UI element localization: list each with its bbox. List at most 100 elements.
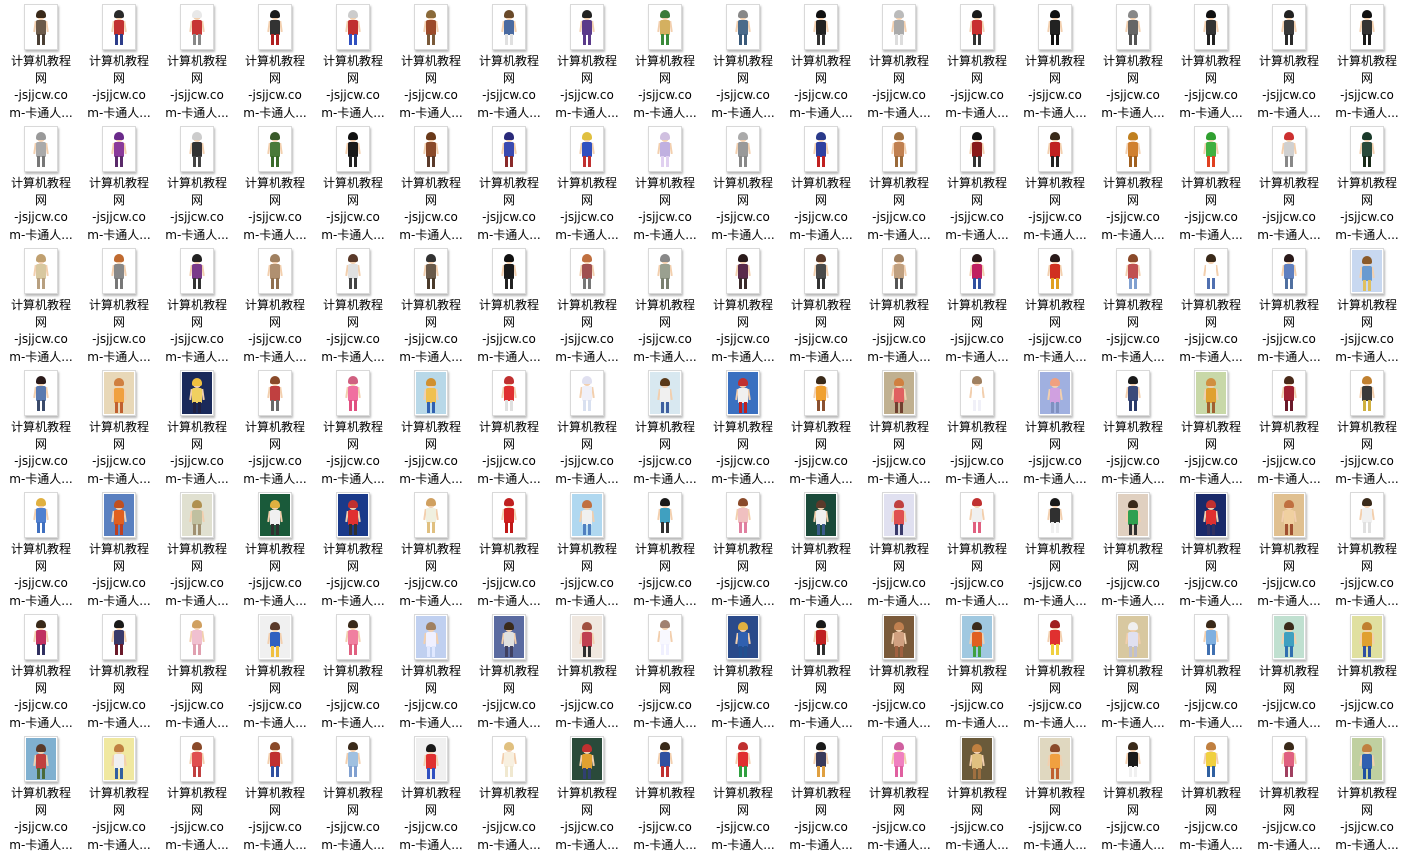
file-item[interactable]: 计算机教程 网 -jsjjcw.co m-卡通人...	[158, 610, 236, 732]
file-item[interactable]: 计算机教程 网 -jsjjcw.co m-卡通人...	[1172, 488, 1250, 610]
file-item[interactable]: 计算机教程 网 -jsjjcw.co m-卡通人...	[1328, 0, 1406, 122]
file-item[interactable]: 计算机教程 网 -jsjjcw.co m-卡通人...	[860, 0, 938, 122]
file-item[interactable]: 计算机教程 网 -jsjjcw.co m-卡通人...	[1250, 244, 1328, 366]
file-item[interactable]: 计算机教程 网 -jsjjcw.co m-卡通人...	[1016, 366, 1094, 488]
file-item[interactable]: 计算机教程 网 -jsjjcw.co m-卡通人...	[626, 610, 704, 732]
file-item[interactable]: 计算机教程 网 -jsjjcw.co m-卡通人...	[704, 366, 782, 488]
file-item[interactable]: 计算机教程 网 -jsjjcw.co m-卡通人...	[782, 122, 860, 244]
file-item[interactable]: 计算机教程 网 -jsjjcw.co m-卡通人...	[2, 122, 80, 244]
file-item[interactable]: 计算机教程 网 -jsjjcw.co m-卡通人...	[548, 732, 626, 854]
file-item[interactable]: 计算机教程 网 -jsjjcw.co m-卡通人...	[1250, 732, 1328, 854]
file-item[interactable]: 计算机教程 网 -jsjjcw.co m-卡通人...	[470, 366, 548, 488]
file-item[interactable]: 计算机教程 网 -jsjjcw.co m-卡通人...	[938, 122, 1016, 244]
file-item[interactable]: 计算机教程 网 -jsjjcw.co m-卡通人...	[1250, 610, 1328, 732]
file-item[interactable]: 计算机教程 网 -jsjjcw.co m-卡通人...	[1094, 366, 1172, 488]
file-item[interactable]: 计算机教程 网 -jsjjcw.co m-卡通人...	[1172, 122, 1250, 244]
file-item[interactable]: 计算机教程 网 -jsjjcw.co m-卡通人...	[80, 244, 158, 366]
file-item[interactable]: 计算机教程 网 -jsjjcw.co m-卡通人...	[236, 732, 314, 854]
file-item[interactable]: 计算机教程 网 -jsjjcw.co m-卡通人...	[314, 488, 392, 610]
file-item[interactable]: 计算机教程 网 -jsjjcw.co m-卡通人...	[782, 610, 860, 732]
file-item[interactable]: 计算机教程 网 -jsjjcw.co m-卡通人...	[704, 488, 782, 610]
file-item[interactable]: 计算机教程 网 -jsjjcw.co m-卡通人...	[236, 488, 314, 610]
file-item[interactable]: 计算机教程 网 -jsjjcw.co m-卡通人...	[470, 244, 548, 366]
file-item[interactable]: 计算机教程 网 -jsjjcw.co m-卡通人...	[860, 610, 938, 732]
file-item[interactable]: 计算机教程 网 -jsjjcw.co m-卡通人...	[392, 366, 470, 488]
file-item[interactable]: 计算机教程 网 -jsjjcw.co m-卡通人...	[1016, 610, 1094, 732]
file-item[interactable]: 计算机教程 网 -jsjjcw.co m-卡通人...	[1172, 366, 1250, 488]
file-item[interactable]: 计算机教程 网 -jsjjcw.co m-卡通人...	[236, 366, 314, 488]
file-item[interactable]: 计算机教程 网 -jsjjcw.co m-卡通人...	[1328, 732, 1406, 854]
file-item[interactable]: 计算机教程 网 -jsjjcw.co m-卡通人...	[1172, 610, 1250, 732]
file-item[interactable]: 计算机教程 网 -jsjjcw.co m-卡通人...	[548, 244, 626, 366]
file-item[interactable]: 计算机教程 网 -jsjjcw.co m-卡通人...	[938, 0, 1016, 122]
file-item[interactable]: 计算机教程 网 -jsjjcw.co m-卡通人...	[2, 610, 80, 732]
file-item[interactable]: 计算机教程 网 -jsjjcw.co m-卡通人...	[704, 732, 782, 854]
file-item[interactable]: 计算机教程 网 -jsjjcw.co m-卡通人...	[470, 122, 548, 244]
file-item[interactable]: 计算机教程 网 -jsjjcw.co m-卡通人...	[938, 366, 1016, 488]
file-item[interactable]: 计算机教程 网 -jsjjcw.co m-卡通人...	[2, 0, 80, 122]
file-item[interactable]: 计算机教程 网 -jsjjcw.co m-卡通人...	[1328, 610, 1406, 732]
file-item[interactable]: 计算机教程 网 -jsjjcw.co m-卡通人...	[158, 0, 236, 122]
file-item[interactable]: 计算机教程 网 -jsjjcw.co m-卡通人...	[2, 244, 80, 366]
file-item[interactable]: 计算机教程 网 -jsjjcw.co m-卡通人...	[158, 366, 236, 488]
file-item[interactable]: 计算机教程 网 -jsjjcw.co m-卡通人...	[2, 732, 80, 854]
file-item[interactable]: 计算机教程 网 -jsjjcw.co m-卡通人...	[1328, 488, 1406, 610]
file-item[interactable]: 计算机教程 网 -jsjjcw.co m-卡通人...	[548, 610, 626, 732]
file-item[interactable]: 计算机教程 网 -jsjjcw.co m-卡通人...	[470, 488, 548, 610]
file-item[interactable]: 计算机教程 网 -jsjjcw.co m-卡通人...	[1172, 732, 1250, 854]
file-item[interactable]: 计算机教程 网 -jsjjcw.co m-卡通人...	[236, 122, 314, 244]
file-item[interactable]: 计算机教程 网 -jsjjcw.co m-卡通人...	[158, 244, 236, 366]
file-item[interactable]: 计算机教程 网 -jsjjcw.co m-卡通人...	[80, 488, 158, 610]
file-item[interactable]: 计算机教程 网 -jsjjcw.co m-卡通人...	[470, 0, 548, 122]
file-item[interactable]: 计算机教程 网 -jsjjcw.co m-卡通人...	[392, 732, 470, 854]
file-item[interactable]: 计算机教程 网 -jsjjcw.co m-卡通人...	[1094, 610, 1172, 732]
file-item[interactable]: 计算机教程 网 -jsjjcw.co m-卡通人...	[860, 732, 938, 854]
file-item[interactable]: 计算机教程 网 -jsjjcw.co m-卡通人...	[1016, 732, 1094, 854]
file-item[interactable]: 计算机教程 网 -jsjjcw.co m-卡通人...	[1094, 122, 1172, 244]
file-item[interactable]: 计算机教程 网 -jsjjcw.co m-卡通人...	[938, 244, 1016, 366]
file-item[interactable]: 计算机教程 网 -jsjjcw.co m-卡通人...	[236, 610, 314, 732]
file-item[interactable]: 计算机教程 网 -jsjjcw.co m-卡通人...	[158, 732, 236, 854]
file-item[interactable]: 计算机教程 网 -jsjjcw.co m-卡通人...	[548, 0, 626, 122]
file-item[interactable]: 计算机教程 网 -jsjjcw.co m-卡通人...	[392, 488, 470, 610]
file-item[interactable]: 计算机教程 网 -jsjjcw.co m-卡通人...	[548, 488, 626, 610]
file-item[interactable]: 计算机教程 网 -jsjjcw.co m-卡通人...	[314, 732, 392, 854]
file-item[interactable]: 计算机教程 网 -jsjjcw.co m-卡通人...	[80, 610, 158, 732]
file-item[interactable]: 计算机教程 网 -jsjjcw.co m-卡通人...	[1250, 366, 1328, 488]
file-item[interactable]: 计算机教程 网 -jsjjcw.co m-卡通人...	[1016, 122, 1094, 244]
file-item[interactable]: 计算机教程 网 -jsjjcw.co m-卡通人...	[860, 366, 938, 488]
file-item[interactable]: 计算机教程 网 -jsjjcw.co m-卡通人...	[626, 488, 704, 610]
file-item[interactable]: 计算机教程 网 -jsjjcw.co m-卡通人...	[1094, 488, 1172, 610]
file-item[interactable]: 计算机教程 网 -jsjjcw.co m-卡通人...	[2, 366, 80, 488]
file-item[interactable]: 计算机教程 网 -jsjjcw.co m-卡通人...	[314, 366, 392, 488]
file-item[interactable]: 计算机教程 网 -jsjjcw.co m-卡通人...	[1172, 244, 1250, 366]
file-item[interactable]: 计算机教程 网 -jsjjcw.co m-卡通人...	[158, 122, 236, 244]
file-item[interactable]: 计算机教程 网 -jsjjcw.co m-卡通人...	[548, 122, 626, 244]
file-item[interactable]: 计算机教程 网 -jsjjcw.co m-卡通人...	[236, 244, 314, 366]
file-item[interactable]: 计算机教程 网 -jsjjcw.co m-卡通人...	[314, 244, 392, 366]
file-item[interactable]: 计算机教程 网 -jsjjcw.co m-卡通人...	[158, 488, 236, 610]
file-item[interactable]: 计算机教程 网 -jsjjcw.co m-卡通人...	[1094, 732, 1172, 854]
file-item[interactable]: 计算机教程 网 -jsjjcw.co m-卡通人...	[392, 244, 470, 366]
file-item[interactable]: 计算机教程 网 -jsjjcw.co m-卡通人...	[1094, 0, 1172, 122]
file-item[interactable]: 计算机教程 网 -jsjjcw.co m-卡通人...	[1328, 366, 1406, 488]
file-item[interactable]: 计算机教程 网 -jsjjcw.co m-卡通人...	[704, 610, 782, 732]
file-item[interactable]: 计算机教程 网 -jsjjcw.co m-卡通人...	[1016, 0, 1094, 122]
file-item[interactable]: 计算机教程 网 -jsjjcw.co m-卡通人...	[782, 0, 860, 122]
file-item[interactable]: 计算机教程 网 -jsjjcw.co m-卡通人...	[392, 122, 470, 244]
file-item[interactable]: 计算机教程 网 -jsjjcw.co m-卡通人...	[938, 610, 1016, 732]
file-item[interactable]: 计算机教程 网 -jsjjcw.co m-卡通人...	[2, 488, 80, 610]
file-item[interactable]: 计算机教程 网 -jsjjcw.co m-卡通人...	[548, 366, 626, 488]
file-item[interactable]: 计算机教程 网 -jsjjcw.co m-卡通人...	[1172, 0, 1250, 122]
file-item[interactable]: 计算机教程 网 -jsjjcw.co m-卡通人...	[626, 366, 704, 488]
file-item[interactable]: 计算机教程 网 -jsjjcw.co m-卡通人...	[80, 366, 158, 488]
file-item[interactable]: 计算机教程 网 -jsjjcw.co m-卡通人...	[626, 732, 704, 854]
file-item[interactable]: 计算机教程 网 -jsjjcw.co m-卡通人...	[782, 732, 860, 854]
file-item[interactable]: 计算机教程 网 -jsjjcw.co m-卡通人...	[860, 122, 938, 244]
file-item[interactable]: 计算机教程 网 -jsjjcw.co m-卡通人...	[314, 610, 392, 732]
file-item[interactable]: 计算机教程 网 -jsjjcw.co m-卡通人...	[470, 610, 548, 732]
file-item[interactable]: 计算机教程 网 -jsjjcw.co m-卡通人...	[626, 122, 704, 244]
file-item[interactable]: 计算机教程 网 -jsjjcw.co m-卡通人...	[1094, 244, 1172, 366]
file-item[interactable]: 计算机教程 网 -jsjjcw.co m-卡通人...	[314, 122, 392, 244]
file-item[interactable]: 计算机教程 网 -jsjjcw.co m-卡通人...	[626, 244, 704, 366]
